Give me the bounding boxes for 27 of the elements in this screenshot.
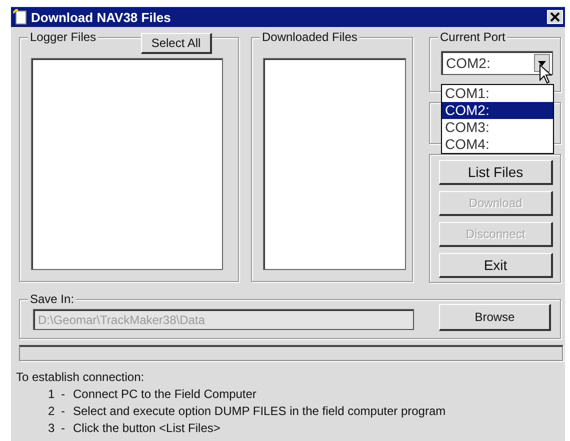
step-text: Select and execute option DUMP FILES in the field computer program bbox=[73, 403, 446, 420]
file-list[interactable] bbox=[31, 58, 223, 270]
group-label: Logger Files bbox=[28, 30, 98, 44]
select-all-button[interactable]: Select All bbox=[141, 33, 212, 54]
close-icon[interactable] bbox=[547, 10, 563, 24]
step-dash: - bbox=[61, 386, 66, 403]
step-dash: - bbox=[61, 403, 66, 420]
group-label: Current Port bbox=[438, 30, 508, 44]
step-dash: - bbox=[61, 420, 66, 437]
instruction-heading: To establish connection: bbox=[16, 369, 146, 386]
group-label: Downloaded Files bbox=[260, 30, 360, 44]
action-button[interactable]: List Files bbox=[439, 160, 553, 185]
step-number: 2 bbox=[48, 403, 56, 420]
group-label: Save In: bbox=[28, 292, 76, 306]
dropdown-option[interactable]: COM1: bbox=[442, 85, 553, 102]
step-number: 3 bbox=[48, 420, 56, 437]
dropdown-option[interactable]: COM2: bbox=[442, 102, 553, 119]
action-button[interactable]: Exit bbox=[439, 253, 553, 278]
dropdown-option[interactable]: COM3: bbox=[442, 119, 553, 136]
port-dropdown[interactable]: COM2: bbox=[441, 51, 553, 75]
document-icon bbox=[13, 9, 27, 25]
window-title: Download NAV38 Files bbox=[31, 10, 171, 24]
step-number: 1 bbox=[48, 386, 56, 403]
step-text: Connect PC to the Field Computer bbox=[73, 386, 256, 403]
file-list[interactable] bbox=[263, 58, 406, 270]
step-text: Click the button <List Files> bbox=[73, 420, 220, 437]
dropdown-option[interactable]: COM4: bbox=[442, 136, 553, 153]
